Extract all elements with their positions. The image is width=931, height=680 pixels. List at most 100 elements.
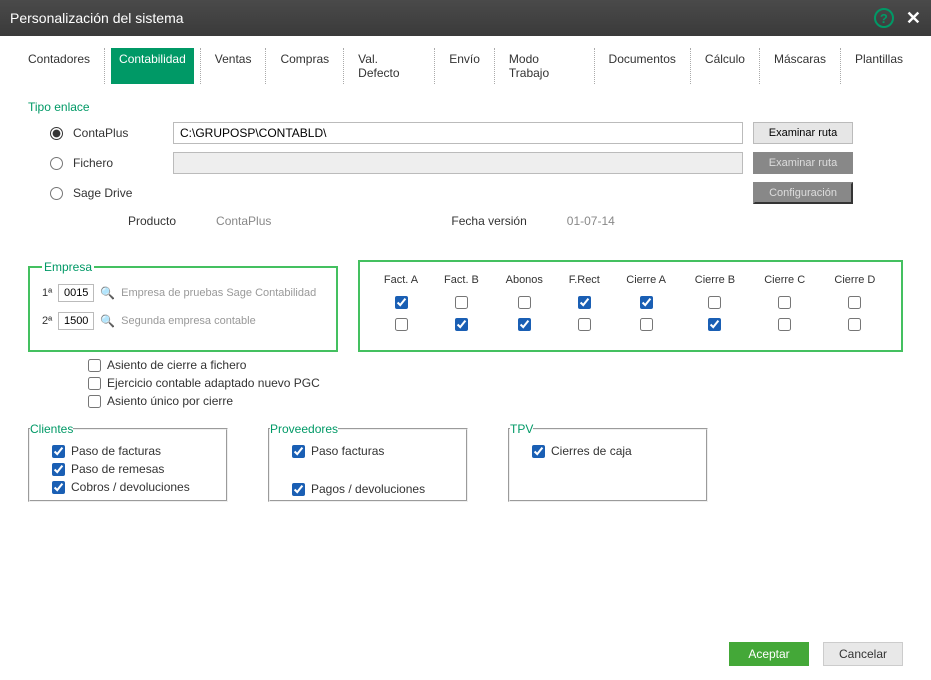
- checklist-cierres: Asiento de cierre a fichero Ejercicio co…: [88, 358, 903, 408]
- chk-r1-frect[interactable]: [578, 296, 591, 309]
- label-clientes-paso-facturas: Paso de facturas: [71, 444, 161, 458]
- grid-table: Fact. A Fact. B Abonos F.Rect Cierre A C…: [370, 272, 891, 338]
- legend-empresa: Empresa: [42, 260, 94, 274]
- grid-header: Fact. A: [372, 274, 430, 292]
- chk-proveedores-paso-facturas[interactable]: [292, 445, 305, 458]
- radio-fichero[interactable]: [50, 157, 63, 170]
- tab-ventas[interactable]: Ventas: [207, 48, 260, 84]
- grid-header: Cierre A: [613, 274, 679, 292]
- tab-documentos[interactable]: Documentos: [601, 48, 684, 84]
- chk-r2-cierrec[interactable]: [778, 318, 791, 331]
- value-fecha-version: 01-07-14: [567, 214, 615, 228]
- empresa-2-ord: 2ª: [42, 315, 52, 327]
- tab-envio[interactable]: Envío: [441, 48, 488, 84]
- tab-modotrabajo[interactable]: Modo Trabajo: [501, 48, 588, 84]
- legend-clientes: Clientes: [30, 422, 73, 436]
- chk-ejercicio-pgc[interactable]: [88, 377, 101, 390]
- tab-compras[interactable]: Compras: [272, 48, 337, 84]
- empresa-1-code-input[interactable]: [58, 284, 94, 302]
- box-empresa: Empresa 1ª 🔍 Empresa de pruebas Sage Con…: [28, 260, 338, 352]
- magnifier-icon[interactable]: 🔍: [100, 286, 115, 300]
- label-proveedores-paso-facturas: Paso facturas: [311, 444, 384, 458]
- tab-valdefecto[interactable]: Val. Defecto: [350, 48, 428, 84]
- label-fichero: Fichero: [73, 156, 163, 170]
- footer-buttons: Aceptar Cancelar: [729, 642, 903, 666]
- chk-r2-factb[interactable]: [455, 318, 468, 331]
- tab-mascaras[interactable]: Máscaras: [766, 48, 834, 84]
- chk-r2-frect[interactable]: [578, 318, 591, 331]
- grid-header: Cierre B: [681, 274, 748, 292]
- chk-r1-factb[interactable]: [455, 296, 468, 309]
- chk-r1-facta[interactable]: [395, 296, 408, 309]
- chk-asiento-fichero[interactable]: [88, 359, 101, 372]
- tabstrip: Contadores Contabilidad Ventas Compras V…: [0, 36, 931, 84]
- button-examinar-fichero: Examinar ruta: [753, 152, 853, 174]
- chk-r1-cierrea[interactable]: [640, 296, 653, 309]
- label-tpv-cierres: Cierres de caja: [551, 444, 632, 458]
- label-asiento-fichero: Asiento de cierre a fichero: [107, 358, 246, 372]
- label-ejercicio-pgc: Ejercicio contable adaptado nuevo PGC: [107, 376, 320, 390]
- window-title: Personalización del sistema: [10, 10, 874, 26]
- empresa-2-name: Segunda empresa contable: [121, 315, 256, 327]
- grid-header: Fact. B: [432, 274, 491, 292]
- label-fecha-version: Fecha versión: [451, 214, 526, 228]
- section-clientes: Clientes Paso de facturas Paso de remesa…: [28, 422, 228, 502]
- tab-calculo[interactable]: Cálculo: [697, 48, 753, 84]
- chk-clientes-paso-remesas[interactable]: [52, 463, 65, 476]
- section-tpv: TPV Cierres de caja: [508, 422, 708, 502]
- tab-contadores[interactable]: Contadores: [20, 48, 98, 84]
- legend-tipo-enlace: Tipo enlace: [28, 100, 90, 114]
- box-grid: Fact. A Fact. B Abonos F.Rect Cierre A C…: [358, 260, 903, 352]
- chk-tpv-cierres[interactable]: [532, 445, 545, 458]
- grid-header: Cierre C: [751, 274, 819, 292]
- legend-tpv: TPV: [510, 422, 533, 436]
- button-aceptar[interactable]: Aceptar: [729, 642, 809, 666]
- label-sagedrive: Sage Drive: [73, 186, 163, 200]
- chk-r1-cierreb[interactable]: [708, 296, 721, 309]
- chk-r2-facta[interactable]: [395, 318, 408, 331]
- radio-contaplus[interactable]: [50, 127, 63, 140]
- chk-r2-cierred[interactable]: [848, 318, 861, 331]
- grid-header: Cierre D: [821, 274, 889, 292]
- empresa-row-1: 1ª 🔍 Empresa de pruebas Sage Contabilida…: [42, 284, 324, 302]
- tab-contabilidad[interactable]: Contabilidad: [111, 48, 194, 84]
- chk-r2-abonos[interactable]: [518, 318, 531, 331]
- grid-header: Abonos: [493, 274, 556, 292]
- chk-r1-cierrec[interactable]: [778, 296, 791, 309]
- empresa-1-name: Empresa de pruebas Sage Contabilidad: [121, 287, 316, 299]
- chk-r1-cierred[interactable]: [848, 296, 861, 309]
- empresa-1-ord: 1ª: [42, 287, 52, 299]
- section-proveedores: Proveedores Paso facturas Pagos / devolu…: [268, 422, 468, 502]
- label-clientes-cobros: Cobros / devoluciones: [71, 480, 190, 494]
- help-icon[interactable]: ?: [874, 8, 894, 28]
- label-contaplus: ContaPlus: [73, 126, 163, 140]
- legend-proveedores: Proveedores: [270, 422, 338, 436]
- button-cancelar[interactable]: Cancelar: [823, 642, 903, 666]
- chk-clientes-cobros[interactable]: [52, 481, 65, 494]
- grid-row-1: [372, 294, 889, 314]
- chk-proveedores-pagos[interactable]: [292, 483, 305, 496]
- close-icon[interactable]: ✕: [906, 8, 921, 29]
- empresa-2-code-input[interactable]: [58, 312, 94, 330]
- label-clientes-paso-remesas: Paso de remesas: [71, 462, 164, 476]
- radio-sagedrive[interactable]: [50, 187, 63, 200]
- magnifier-icon[interactable]: 🔍: [100, 314, 115, 328]
- input-fichero-path: [173, 152, 743, 174]
- button-examinar-contaplus[interactable]: Examinar ruta: [753, 122, 853, 144]
- chk-asiento-unico[interactable]: [88, 395, 101, 408]
- label-proveedores-pagos: Pagos / devoluciones: [311, 482, 425, 496]
- label-producto: Producto: [128, 214, 176, 228]
- button-configuracion: Configuración: [753, 182, 853, 204]
- titlebar: Personalización del sistema ? ✕: [0, 0, 931, 36]
- grid-header: F.Rect: [558, 274, 611, 292]
- tab-plantillas[interactable]: Plantillas: [847, 48, 911, 84]
- label-asiento-unico: Asiento único por cierre: [107, 394, 233, 408]
- chk-r2-cierrea[interactable]: [640, 318, 653, 331]
- chk-r1-abonos[interactable]: [518, 296, 531, 309]
- section-tipo-enlace: Tipo enlace ContaPlus Examinar ruta Fich…: [28, 100, 903, 248]
- grid-row-2: [372, 316, 889, 336]
- value-producto: ContaPlus: [216, 214, 271, 228]
- chk-r2-cierreb[interactable]: [708, 318, 721, 331]
- input-contaplus-path[interactable]: [173, 122, 743, 144]
- chk-clientes-paso-facturas[interactable]: [52, 445, 65, 458]
